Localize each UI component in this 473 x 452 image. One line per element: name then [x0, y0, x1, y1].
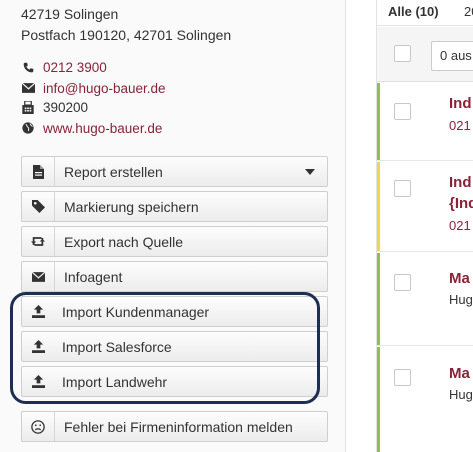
phone-icon	[21, 60, 35, 74]
phone-link[interactable]: 0212 3900	[43, 60, 107, 75]
row-subtitle: 021	[449, 118, 471, 133]
website-link[interactable]: www.hugo-bauer.de	[43, 121, 162, 136]
import-landwehr-label: Import Landwehr	[62, 373, 168, 390]
results-list-panel: Alle (10) 20 0 aus Ind 021 Ind {Ind 021 …	[376, 0, 473, 452]
envelope-icon	[22, 262, 55, 291]
export-button[interactable]: Export nach Quelle	[21, 226, 328, 257]
row-title[interactable]: Ind	[449, 95, 472, 112]
import-landwehr-button[interactable]: Import Landwehr	[21, 366, 328, 397]
document-icon	[22, 157, 55, 186]
import-kundenmanager-label: Import Kundenmanager	[62, 303, 210, 320]
tab-second[interactable]: 20	[464, 4, 473, 19]
list-item[interactable]: Ma Hug	[377, 253, 473, 346]
address-line-1: 42719 Solingen	[21, 6, 119, 22]
infoagent-button[interactable]: Infoagent	[21, 261, 328, 292]
address-line-2: Postfach 190120, 42701 Solingen	[21, 27, 232, 43]
list-item[interactable]: Ma Hug	[377, 347, 473, 452]
upload-icon	[22, 367, 55, 396]
row-checkbox[interactable]	[394, 369, 411, 386]
row-subtitle: Hug	[449, 387, 473, 402]
report-error-label: Fehler bei Firmeninformation melden	[64, 418, 293, 435]
phone-row: 0212 3900	[21, 57, 107, 77]
row-title[interactable]: Ma	[449, 365, 470, 382]
envelope-icon	[21, 81, 35, 95]
import-kundenmanager-button[interactable]: Import Kundenmanager	[21, 296, 328, 327]
row-title[interactable]: Ma	[449, 270, 470, 287]
chevron-down-icon	[305, 168, 315, 175]
status-bar	[377, 253, 380, 345]
email-row: info@hugo-bauer.de	[21, 78, 166, 98]
row-checkbox[interactable]	[394, 103, 411, 120]
export-button-label: Export nach Quelle	[64, 233, 184, 250]
status-bar	[377, 162, 380, 251]
status-bar	[377, 347, 380, 452]
row-checkbox[interactable]	[394, 274, 411, 291]
import-salesforce-label: Import Salesforce	[62, 338, 172, 355]
list-item[interactable]: Ind 021	[377, 83, 473, 161]
fax-icon	[21, 100, 35, 114]
save-tag-button-label: Markierung speichern	[64, 198, 199, 215]
email-link[interactable]: info@hugo-bauer.de	[43, 81, 166, 96]
upload-icon	[22, 297, 55, 326]
report-button-label: Report erstellen	[64, 163, 163, 180]
tab-all[interactable]: Alle (10)	[388, 4, 439, 19]
select-all-checkbox[interactable]	[394, 45, 411, 62]
bulk-select-dropdown[interactable]: 0 aus	[431, 41, 473, 71]
results-toolbar: 0 aus	[377, 27, 473, 82]
status-bar	[377, 83, 380, 160]
results-tabs: Alle (10) 20	[377, 0, 473, 26]
save-tag-button[interactable]: Markierung speichern	[21, 191, 328, 222]
tag-icon	[22, 192, 55, 221]
row-subtitle: 021	[449, 218, 471, 233]
row-title[interactable]: Ind	[449, 174, 472, 191]
row-subtitle: Hug	[449, 292, 473, 307]
frown-icon	[22, 412, 55, 441]
infoagent-button-label: Infoagent	[64, 268, 123, 285]
fax-row: 390200	[21, 97, 88, 117]
fax-value: 390200	[43, 99, 89, 115]
row-title-2[interactable]: {Ind	[449, 195, 473, 212]
report-button[interactable]: Report erstellen	[21, 156, 328, 187]
report-error-button[interactable]: Fehler bei Firmeninformation melden	[21, 411, 328, 442]
globe-icon	[21, 121, 35, 135]
row-checkbox[interactable]	[394, 180, 411, 197]
upload-icon	[22, 332, 55, 361]
company-detail-panel: 42719 Solingen Postfach 190120, 42701 So…	[0, 0, 346, 452]
retweet-icon	[22, 227, 55, 256]
website-row: www.hugo-bauer.de	[21, 118, 162, 138]
import-salesforce-button[interactable]: Import Salesforce	[21, 331, 328, 362]
list-item[interactable]: Ind {Ind 021	[377, 162, 473, 252]
